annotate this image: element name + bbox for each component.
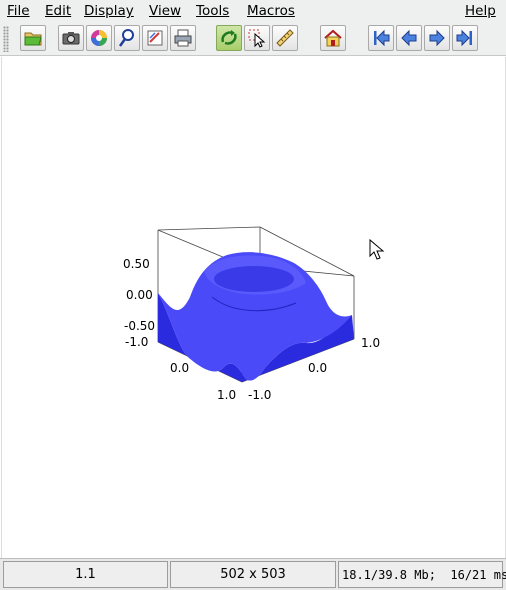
select-button[interactable] — [244, 25, 270, 51]
snapshot-button[interactable] — [58, 25, 84, 51]
camera-icon — [62, 32, 80, 45]
menu-view[interactable]: View — [149, 3, 181, 19]
menu-help-label: Help — [465, 3, 496, 19]
previous-button[interactable] — [396, 25, 422, 51]
select-pointer-icon — [248, 29, 266, 48]
x-tick-label: -1.0 — [125, 335, 148, 349]
next-button[interactable] — [424, 25, 450, 51]
menu-edit-label: Edit — [45, 3, 72, 19]
zoom-button[interactable] — [114, 25, 140, 51]
menu-display[interactable]: Display — [84, 3, 134, 19]
color-button[interactable] — [86, 25, 112, 51]
plot-canvas[interactable]: 0.50 0.00 -0.50 -1.0 0.0 1.0 -1.0 0.0 1.… — [1, 57, 506, 558]
status-bar: 1.1 502 x 503 18.1/39.8 Mb; 16/21 ms — [0, 558, 506, 590]
menu-display-label: Display — [84, 3, 134, 19]
z-tick-label: 0.00 — [126, 288, 153, 302]
z-tick-label: 0.50 — [123, 257, 150, 271]
status-memory: 18.1/39.8 Mb; 16/21 ms — [338, 561, 506, 588]
next-arrow-icon — [429, 29, 445, 47]
prev-arrow-icon — [401, 29, 417, 47]
first-arrow-icon — [374, 29, 390, 47]
x-tick-label: 1.0 — [217, 388, 236, 402]
edit-icon — [147, 30, 163, 46]
edit-button[interactable] — [142, 25, 168, 51]
menu-tools[interactable]: Tools — [196, 3, 229, 19]
last-button[interactable] — [452, 25, 478, 51]
magnifier-icon — [118, 29, 134, 47]
menu-macros[interactable]: Macros — [247, 3, 295, 19]
y-tick-label: 1.0 — [361, 336, 380, 350]
home-button[interactable] — [320, 25, 346, 51]
toolbar-grip[interactable] — [3, 26, 9, 52]
menu-bar: File Edit Display View Tools Macros Help — [0, 0, 506, 22]
surface-bowl — [214, 266, 294, 292]
z-tick-label: -0.50 — [124, 319, 155, 333]
last-arrow-icon — [456, 29, 472, 47]
measure-button[interactable] — [272, 25, 298, 51]
menu-tools-label: Tools — [196, 3, 230, 19]
status-size-value: 502 x 503 — [220, 567, 286, 582]
menu-file-label: File — [7, 3, 30, 19]
rotate-icon — [221, 30, 237, 45]
menu-view-label: View — [149, 3, 182, 19]
home-icon — [324, 29, 342, 47]
y-tick-label: -1.0 — [248, 388, 271, 402]
print-button[interactable] — [170, 25, 196, 51]
menu-macros-label: Macros — [247, 3, 295, 19]
status-size: 502 x 503 — [170, 561, 336, 588]
ruler-icon — [276, 29, 294, 47]
status-memory-value: 18.1/39.8 Mb; 16/21 ms — [342, 567, 506, 582]
toolbar — [0, 22, 506, 56]
status-zoom: 1.1 — [3, 561, 168, 588]
first-button[interactable] — [368, 25, 394, 51]
y-tick-label: 0.0 — [308, 361, 327, 375]
x-tick-label: 0.0 — [170, 361, 189, 375]
surface-plot[interactable]: 0.50 0.00 -0.50 -1.0 0.0 1.0 -1.0 0.0 1.… — [2, 57, 505, 558]
open-folder-icon — [24, 32, 42, 46]
menu-file[interactable]: File — [7, 3, 30, 19]
open-button[interactable] — [20, 25, 46, 51]
rotate-button[interactable] — [216, 25, 242, 51]
menu-edit[interactable]: Edit — [45, 3, 71, 19]
mouse-cursor-icon — [369, 238, 385, 260]
status-zoom-value: 1.1 — [75, 567, 96, 582]
print-icon — [174, 29, 192, 47]
menu-help[interactable]: Help — [465, 3, 496, 19]
color-wheel-icon — [91, 30, 107, 46]
